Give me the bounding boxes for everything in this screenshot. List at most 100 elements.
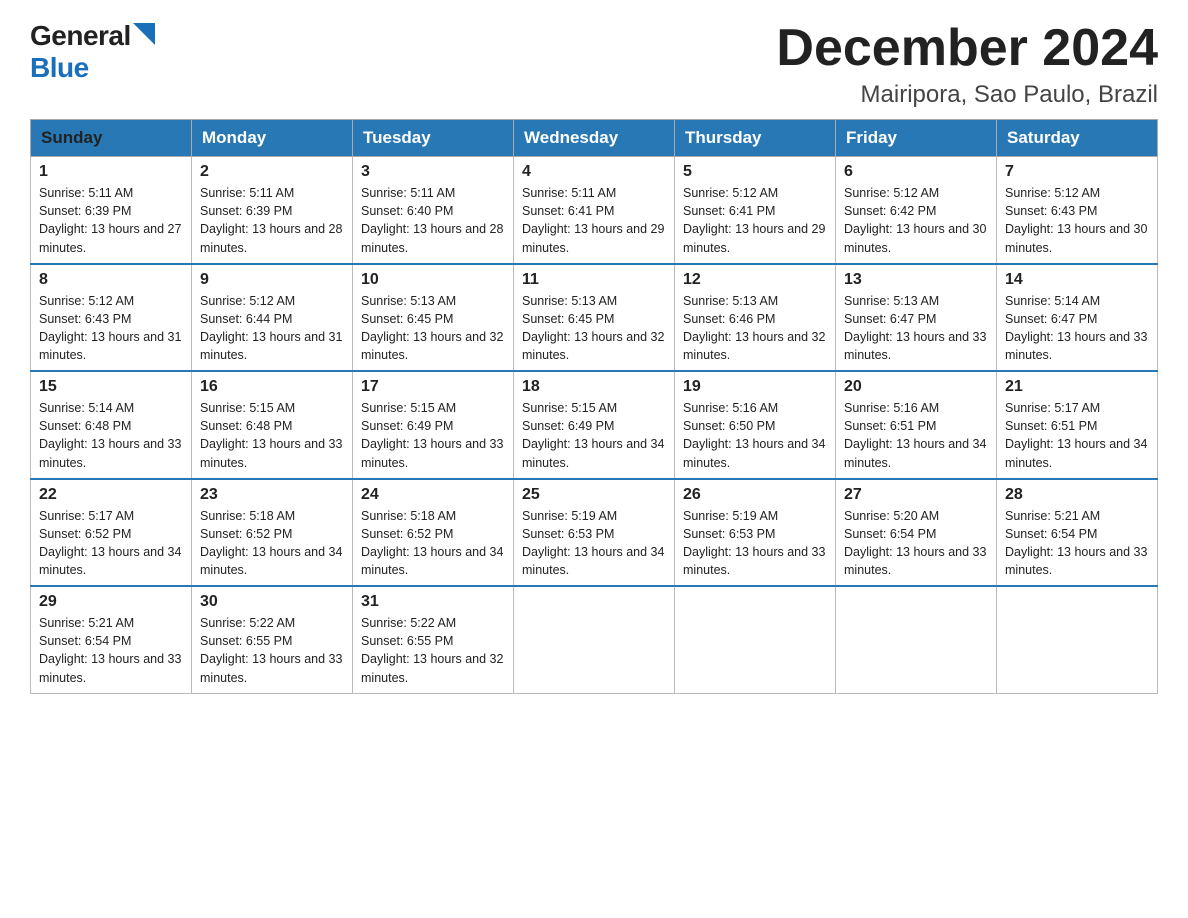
day-info: Sunrise: 5:11 AMSunset: 6:41 PMDaylight:… bbox=[522, 186, 664, 254]
day-info: Sunrise: 5:11 AMSunset: 6:39 PMDaylight:… bbox=[200, 186, 342, 254]
table-row: 6 Sunrise: 5:12 AMSunset: 6:42 PMDayligh… bbox=[836, 157, 997, 264]
calendar-week-row: 8 Sunrise: 5:12 AMSunset: 6:43 PMDayligh… bbox=[31, 264, 1158, 372]
header-tuesday: Tuesday bbox=[353, 120, 514, 157]
table-row: 26 Sunrise: 5:19 AMSunset: 6:53 PMDaylig… bbox=[675, 479, 836, 587]
table-row: 10 Sunrise: 5:13 AMSunset: 6:45 PMDaylig… bbox=[353, 264, 514, 372]
day-info: Sunrise: 5:11 AMSunset: 6:39 PMDaylight:… bbox=[39, 186, 181, 254]
table-row: 24 Sunrise: 5:18 AMSunset: 6:52 PMDaylig… bbox=[353, 479, 514, 587]
day-info: Sunrise: 5:22 AMSunset: 6:55 PMDaylight:… bbox=[361, 616, 503, 684]
day-number: 26 bbox=[683, 486, 827, 504]
table-row bbox=[836, 586, 997, 693]
calendar-week-row: 29 Sunrise: 5:21 AMSunset: 6:54 PMDaylig… bbox=[31, 586, 1158, 693]
logo-arrow-icon bbox=[133, 23, 155, 45]
day-number: 10 bbox=[361, 271, 505, 289]
table-row: 1 Sunrise: 5:11 AMSunset: 6:39 PMDayligh… bbox=[31, 157, 192, 264]
day-number: 20 bbox=[844, 378, 988, 396]
day-info: Sunrise: 5:12 AMSunset: 6:44 PMDaylight:… bbox=[200, 294, 342, 362]
day-number: 15 bbox=[39, 378, 183, 396]
table-row: 25 Sunrise: 5:19 AMSunset: 6:53 PMDaylig… bbox=[514, 479, 675, 587]
day-info: Sunrise: 5:19 AMSunset: 6:53 PMDaylight:… bbox=[683, 509, 825, 577]
day-number: 18 bbox=[522, 378, 666, 396]
day-number: 16 bbox=[200, 378, 344, 396]
table-row: 14 Sunrise: 5:14 AMSunset: 6:47 PMDaylig… bbox=[997, 264, 1158, 372]
day-number: 22 bbox=[39, 486, 183, 504]
day-number: 2 bbox=[200, 163, 344, 181]
table-row: 8 Sunrise: 5:12 AMSunset: 6:43 PMDayligh… bbox=[31, 264, 192, 372]
day-number: 1 bbox=[39, 163, 183, 181]
logo: General Blue bbox=[30, 20, 155, 84]
day-info: Sunrise: 5:16 AMSunset: 6:51 PMDaylight:… bbox=[844, 401, 986, 469]
day-info: Sunrise: 5:14 AMSunset: 6:47 PMDaylight:… bbox=[1005, 294, 1147, 362]
header-friday: Friday bbox=[836, 120, 997, 157]
table-row: 11 Sunrise: 5:13 AMSunset: 6:45 PMDaylig… bbox=[514, 264, 675, 372]
day-info: Sunrise: 5:14 AMSunset: 6:48 PMDaylight:… bbox=[39, 401, 181, 469]
calendar-header-row: Sunday Monday Tuesday Wednesday Thursday… bbox=[31, 120, 1158, 157]
day-number: 12 bbox=[683, 271, 827, 289]
table-row bbox=[514, 586, 675, 693]
header-sunday: Sunday bbox=[31, 120, 192, 157]
table-row: 22 Sunrise: 5:17 AMSunset: 6:52 PMDaylig… bbox=[31, 479, 192, 587]
day-info: Sunrise: 5:12 AMSunset: 6:41 PMDaylight:… bbox=[683, 186, 825, 254]
table-row: 7 Sunrise: 5:12 AMSunset: 6:43 PMDayligh… bbox=[997, 157, 1158, 264]
table-row: 19 Sunrise: 5:16 AMSunset: 6:50 PMDaylig… bbox=[675, 371, 836, 479]
header-saturday: Saturday bbox=[997, 120, 1158, 157]
table-row: 9 Sunrise: 5:12 AMSunset: 6:44 PMDayligh… bbox=[192, 264, 353, 372]
day-info: Sunrise: 5:12 AMSunset: 6:43 PMDaylight:… bbox=[39, 294, 181, 362]
table-row: 23 Sunrise: 5:18 AMSunset: 6:52 PMDaylig… bbox=[192, 479, 353, 587]
day-number: 7 bbox=[1005, 163, 1149, 181]
day-info: Sunrise: 5:17 AMSunset: 6:51 PMDaylight:… bbox=[1005, 401, 1147, 469]
day-info: Sunrise: 5:16 AMSunset: 6:50 PMDaylight:… bbox=[683, 401, 825, 469]
day-info: Sunrise: 5:13 AMSunset: 6:45 PMDaylight:… bbox=[361, 294, 503, 362]
table-row: 16 Sunrise: 5:15 AMSunset: 6:48 PMDaylig… bbox=[192, 371, 353, 479]
location-title: Mairipora, Sao Paulo, Brazil bbox=[776, 81, 1158, 109]
header-wednesday: Wednesday bbox=[514, 120, 675, 157]
table-row: 30 Sunrise: 5:22 AMSunset: 6:55 PMDaylig… bbox=[192, 586, 353, 693]
table-row: 31 Sunrise: 5:22 AMSunset: 6:55 PMDaylig… bbox=[353, 586, 514, 693]
calendar-week-row: 1 Sunrise: 5:11 AMSunset: 6:39 PMDayligh… bbox=[31, 157, 1158, 264]
table-row: 27 Sunrise: 5:20 AMSunset: 6:54 PMDaylig… bbox=[836, 479, 997, 587]
day-number: 19 bbox=[683, 378, 827, 396]
table-row: 5 Sunrise: 5:12 AMSunset: 6:41 PMDayligh… bbox=[675, 157, 836, 264]
day-info: Sunrise: 5:13 AMSunset: 6:47 PMDaylight:… bbox=[844, 294, 986, 362]
day-info: Sunrise: 5:13 AMSunset: 6:45 PMDaylight:… bbox=[522, 294, 664, 362]
day-info: Sunrise: 5:11 AMSunset: 6:40 PMDaylight:… bbox=[361, 186, 503, 254]
day-number: 25 bbox=[522, 486, 666, 504]
table-row: 3 Sunrise: 5:11 AMSunset: 6:40 PMDayligh… bbox=[353, 157, 514, 264]
day-number: 14 bbox=[1005, 271, 1149, 289]
table-row: 13 Sunrise: 5:13 AMSunset: 6:47 PMDaylig… bbox=[836, 264, 997, 372]
day-number: 24 bbox=[361, 486, 505, 504]
day-info: Sunrise: 5:17 AMSunset: 6:52 PMDaylight:… bbox=[39, 509, 181, 577]
table-row: 20 Sunrise: 5:16 AMSunset: 6:51 PMDaylig… bbox=[836, 371, 997, 479]
header-monday: Monday bbox=[192, 120, 353, 157]
day-number: 27 bbox=[844, 486, 988, 504]
table-row: 29 Sunrise: 5:21 AMSunset: 6:54 PMDaylig… bbox=[31, 586, 192, 693]
day-number: 4 bbox=[522, 163, 666, 181]
table-row: 2 Sunrise: 5:11 AMSunset: 6:39 PMDayligh… bbox=[192, 157, 353, 264]
title-section: December 2024 Mairipora, Sao Paulo, Braz… bbox=[776, 20, 1158, 109]
day-info: Sunrise: 5:18 AMSunset: 6:52 PMDaylight:… bbox=[200, 509, 342, 577]
day-info: Sunrise: 5:15 AMSunset: 6:49 PMDaylight:… bbox=[522, 401, 664, 469]
table-row: 4 Sunrise: 5:11 AMSunset: 6:41 PMDayligh… bbox=[514, 157, 675, 264]
logo-blue: Blue bbox=[30, 52, 89, 84]
day-number: 29 bbox=[39, 593, 183, 611]
day-number: 28 bbox=[1005, 486, 1149, 504]
day-info: Sunrise: 5:12 AMSunset: 6:43 PMDaylight:… bbox=[1005, 186, 1147, 254]
table-row: 18 Sunrise: 5:15 AMSunset: 6:49 PMDaylig… bbox=[514, 371, 675, 479]
day-number: 5 bbox=[683, 163, 827, 181]
day-number: 9 bbox=[200, 271, 344, 289]
logo-general: General bbox=[30, 20, 131, 52]
day-info: Sunrise: 5:19 AMSunset: 6:53 PMDaylight:… bbox=[522, 509, 664, 577]
table-row: 17 Sunrise: 5:15 AMSunset: 6:49 PMDaylig… bbox=[353, 371, 514, 479]
month-title: December 2024 bbox=[776, 20, 1158, 77]
day-info: Sunrise: 5:12 AMSunset: 6:42 PMDaylight:… bbox=[844, 186, 986, 254]
day-info: Sunrise: 5:21 AMSunset: 6:54 PMDaylight:… bbox=[39, 616, 181, 684]
day-number: 21 bbox=[1005, 378, 1149, 396]
day-number: 6 bbox=[844, 163, 988, 181]
day-info: Sunrise: 5:18 AMSunset: 6:52 PMDaylight:… bbox=[361, 509, 503, 577]
day-info: Sunrise: 5:15 AMSunset: 6:48 PMDaylight:… bbox=[200, 401, 342, 469]
header-thursday: Thursday bbox=[675, 120, 836, 157]
day-info: Sunrise: 5:22 AMSunset: 6:55 PMDaylight:… bbox=[200, 616, 342, 684]
table-row bbox=[675, 586, 836, 693]
day-info: Sunrise: 5:20 AMSunset: 6:54 PMDaylight:… bbox=[844, 509, 986, 577]
day-number: 13 bbox=[844, 271, 988, 289]
